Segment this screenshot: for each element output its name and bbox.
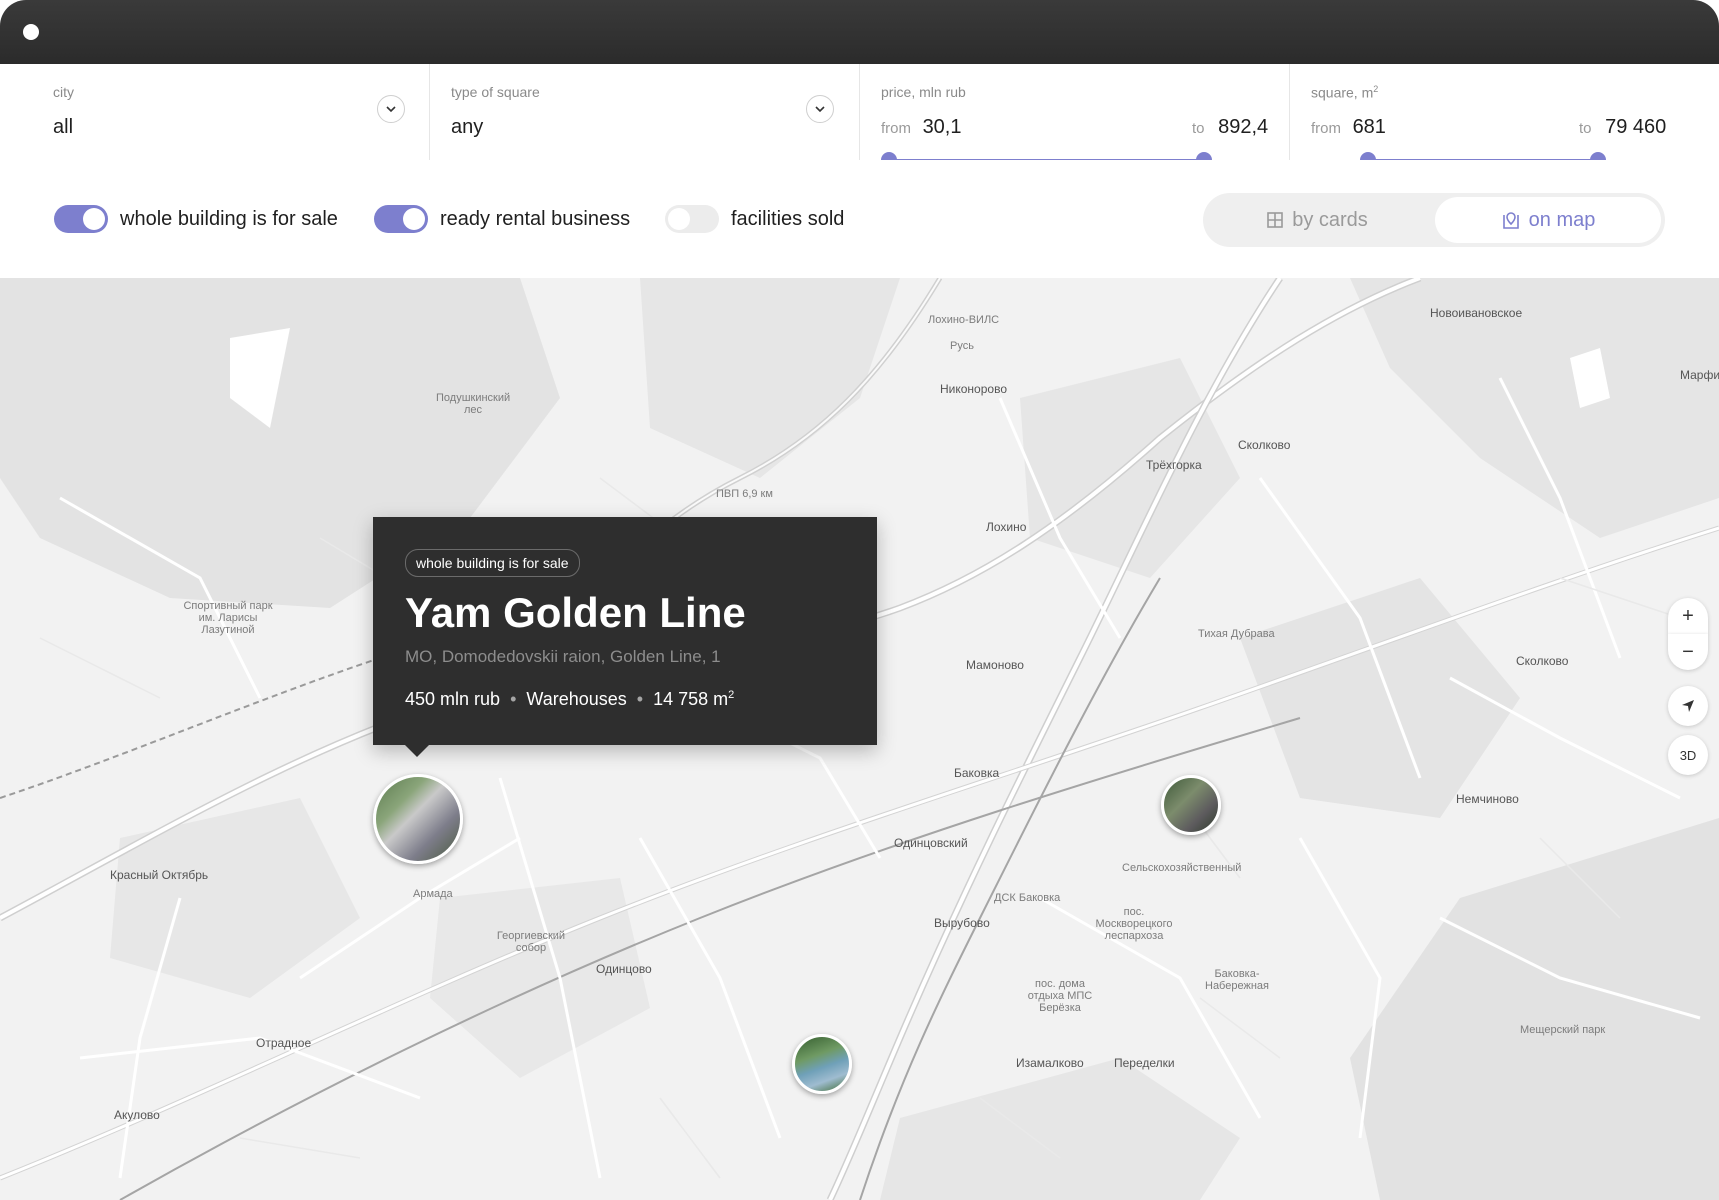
price-to-value: 892,4 <box>1218 116 1269 138</box>
popup-title: Yam Golden Line <box>405 589 746 636</box>
map-label: Подушкинский лес <box>436 392 511 416</box>
type-of-square-label: type of square <box>451 84 540 100</box>
square-from-label: from <box>1311 120 1341 137</box>
on-map-label: on map <box>1528 208 1596 231</box>
map-label: Сколково <box>1516 654 1569 668</box>
toggle-switch[interactable] <box>665 205 719 233</box>
chevron-down-icon[interactable] <box>806 95 834 123</box>
map-label: Акулово <box>114 1108 160 1122</box>
by-cards-label: by cards <box>1292 208 1368 231</box>
city-value: all <box>53 116 74 138</box>
map-label: ДСК Баковка <box>994 892 1061 904</box>
square-to-label: to <box>1579 120 1592 137</box>
square-to[interactable]: to 79 460 <box>1579 116 1666 139</box>
property-pin[interactable] <box>792 1034 852 1094</box>
square-to-value: 79 460 <box>1605 116 1667 138</box>
price-label: price, mln rub <box>881 84 966 100</box>
chevron-down-icon[interactable] <box>377 95 405 123</box>
map-label: Изамалково <box>1016 1056 1084 1070</box>
square-label: square, m2 <box>1311 84 1379 101</box>
view-switcher: by cards on map <box>1203 193 1665 247</box>
map-label: пос. Москворецкого леспархоза <box>1095 906 1173 942</box>
toggle-switch[interactable] <box>374 205 428 233</box>
price-from-value: 30,1 <box>922 116 962 138</box>
map-label: Русь <box>950 340 974 352</box>
price-from[interactable]: from 30,1 <box>881 116 962 139</box>
map-label: Вырубово <box>934 916 990 930</box>
toggle-label: facilities sold <box>731 207 845 230</box>
type-of-square-filter[interactable]: type of square any <box>430 64 860 160</box>
square-filter: square, m2 from 681 to 79 460 <box>1290 64 1719 168</box>
map-label: Лохино-ВИЛС <box>928 314 1000 326</box>
popup-category: Warehouses <box>526 689 627 709</box>
navigation-arrow-icon <box>1682 700 1694 712</box>
map-label: пос. дома отдыха МПС Берёзка <box>1027 978 1093 1014</box>
map-label: Новоивановское <box>1430 306 1523 320</box>
toggle-label: ready rental business <box>440 207 631 230</box>
popup-area-sup: 2 <box>728 689 735 701</box>
by-cards-button[interactable]: by cards <box>1207 197 1427 243</box>
map-label: Лохино <box>986 520 1027 534</box>
zoom-in-button[interactable]: + <box>1668 598 1708 634</box>
toggle-whole-building[interactable]: whole building is for sale <box>54 204 338 234</box>
map-label: Георгиевский собор <box>496 930 566 954</box>
map-label: Одинцово <box>596 962 652 976</box>
filter-bar: city all type of square any price, mln r… <box>0 64 1719 168</box>
popup-badge: whole building is for sale <box>405 549 580 577</box>
map-label: Баковка <box>954 766 1000 780</box>
price-filter: price, mln rub from 30,1 to 892,4 <box>860 64 1290 168</box>
browser-window: city all type of square any price, mln r… <box>0 0 1719 1200</box>
property-popup[interactable]: whole building is for sale Yam Golden Li… <box>373 517 877 745</box>
city-label: city <box>53 84 74 100</box>
map-label: Переделки <box>1114 1056 1175 1070</box>
mode-3d-button[interactable]: 3D <box>1668 735 1708 775</box>
square-from-value: 681 <box>1352 116 1386 138</box>
city-filter[interactable]: city all <box>0 64 430 160</box>
map-label: Марфино <box>1680 368 1719 382</box>
map-pin-icon <box>1502 212 1519 229</box>
toggle-label: whole building is for sale <box>120 207 338 230</box>
grid-icon <box>1267 212 1284 228</box>
map-label: Отрадное <box>256 1036 312 1050</box>
map-label: Одинцовский <box>894 836 968 850</box>
map-label: Никонорово <box>940 382 1007 396</box>
toggle-facilities-sold[interactable]: facilities sold <box>665 204 844 234</box>
map-label: Армада <box>413 888 453 900</box>
map-label: Мещерский парк <box>1520 1024 1606 1036</box>
title-bar <box>0 0 1719 64</box>
map-label: Мамоново <box>966 658 1024 672</box>
popup-price: 450 mln rub <box>405 689 501 709</box>
map-label: Сколково <box>1238 438 1291 452</box>
map-label: Немчиново <box>1456 792 1519 806</box>
map-label: Спортивный парк им. Ларисы Лазутиной <box>183 600 273 636</box>
map-label: ПВП 6,9 км <box>716 488 773 500</box>
price-from-label: from <box>881 120 911 137</box>
popup-area: 14 758 m <box>653 689 729 709</box>
popup-address: MO, Domodedovskii raion, Golden Line, 1 <box>405 647 721 666</box>
map-label: Трёхгорка <box>1146 458 1202 472</box>
popup-pointer <box>404 744 430 757</box>
map-label: Сельскохозяйственный <box>1122 862 1242 874</box>
toggle-ready-rental[interactable]: ready rental business <box>374 204 630 234</box>
toggle-switch[interactable] <box>54 205 108 233</box>
map-label: Тихая Дубрава <box>1198 628 1275 640</box>
property-pin[interactable] <box>1161 775 1221 835</box>
on-map-button[interactable]: on map <box>1435 197 1661 243</box>
square-from[interactable]: from 681 <box>1311 116 1386 139</box>
map-label: Красный Октябрь <box>110 868 209 882</box>
popup-meta: 450 mln rub • Warehouses • 14 758 m2 <box>405 689 735 709</box>
window-dot[interactable] <box>23 24 39 40</box>
locate-button[interactable] <box>1668 686 1708 726</box>
map-label: Баковка-Набережная <box>1205 968 1269 992</box>
price-to[interactable]: to 892,4 <box>1192 116 1268 139</box>
type-of-square-value: any <box>451 116 484 138</box>
price-to-label: to <box>1192 120 1205 137</box>
property-pin-yam-golden-line[interactable] <box>373 774 463 864</box>
